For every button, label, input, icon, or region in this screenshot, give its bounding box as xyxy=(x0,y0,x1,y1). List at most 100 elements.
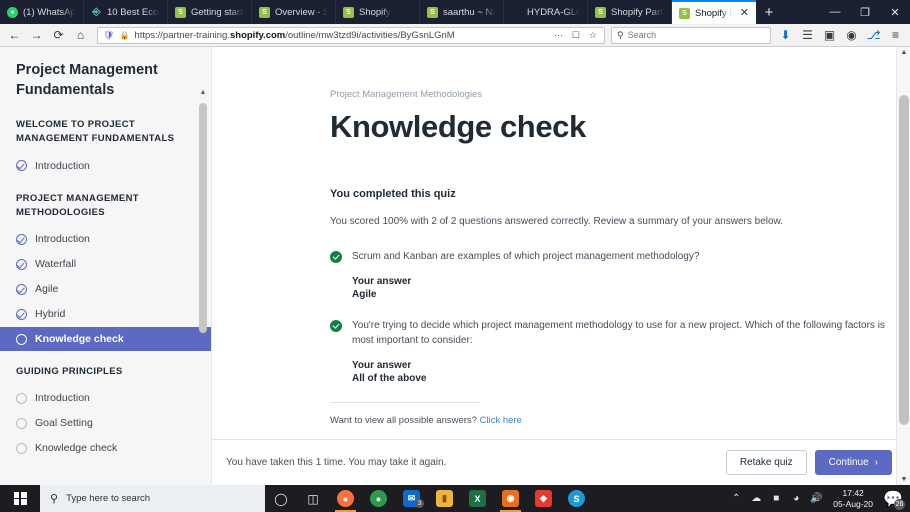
course-title: Project Management Fundamentals xyxy=(16,62,158,98)
cloud-icon[interactable]: ☁ xyxy=(746,485,766,512)
continue-button[interactable]: Continue › xyxy=(814,450,892,475)
shopify-icon: S xyxy=(595,6,606,18)
sidebar-scrollbar[interactable]: ▲ xyxy=(198,89,209,477)
sidebar-item-agile[interactable]: Agile xyxy=(0,277,211,301)
shopify-icon: S xyxy=(259,6,270,18)
nav-section-heading-welcome: WELCOME TO PROJECT MANAGEMENT FUNDAMENTA… xyxy=(16,119,175,145)
start-button[interactable] xyxy=(0,485,40,512)
taskbar-app-mail[interactable]: ✉ 3 xyxy=(395,485,428,512)
minimize-window-button[interactable]: — xyxy=(820,0,850,24)
menu-icon[interactable]: ≡ xyxy=(885,26,906,45)
sidebar-scrollbar-thumb[interactable] xyxy=(199,103,207,333)
reader-view-icon[interactable]: ☐ xyxy=(570,30,582,41)
browser-tab-getting-started[interactable]: S Getting started w xyxy=(168,0,252,24)
browser-search-box[interactable]: ⚲ Search xyxy=(611,26,771,44)
sidebar-item-hybrid[interactable]: Hybrid xyxy=(0,302,211,326)
firefox-icon: ● xyxy=(337,490,354,507)
blank-favicon-icon xyxy=(511,7,522,18)
scroll-up-arrow-icon[interactable]: ▲ xyxy=(897,49,910,56)
check-circle-icon xyxy=(330,319,342,332)
sidebar-item-waterfall[interactable]: Waterfall xyxy=(0,252,211,276)
windows-start-icon xyxy=(13,492,27,505)
back-button[interactable]: ← xyxy=(4,26,25,45)
taskbar-app-file-explorer[interactable]: ▮ xyxy=(428,485,461,512)
attempts-text: You have taken this 1 time. You may take… xyxy=(226,457,447,468)
tray-overflow-icon[interactable]: ⌃ xyxy=(726,485,746,512)
close-window-button[interactable]: ✕ xyxy=(880,0,910,24)
quiz-question-body: You're trying to decide which project ma… xyxy=(352,318,886,386)
browser-tab-shopify[interactable]: S Shopify xyxy=(336,0,420,24)
page-actions-icon[interactable]: ⋯ xyxy=(552,30,565,41)
retake-quiz-button[interactable]: Retake quiz xyxy=(725,450,807,475)
browser-tab-hydra-global[interactable]: HYDRA-GLOBAL – s xyxy=(504,0,588,24)
sidebar-item-introduction-guiding[interactable]: Introduction xyxy=(0,386,211,410)
check-circle-icon xyxy=(330,251,342,264)
page-scrollbar[interactable]: ▲ ▼ xyxy=(896,47,910,485)
taskbar-app-firefox[interactable]: ● xyxy=(329,485,362,512)
lock-icon[interactable]: 🔒 xyxy=(119,31,129,40)
sidebar-item-knowledge-check-methodologies[interactable]: Knowledge check xyxy=(0,327,211,352)
taskbar-app-photoshop[interactable]: ◆ xyxy=(527,485,560,512)
chevron-right-icon: › xyxy=(874,457,878,468)
taskbar-app-skype[interactable]: S xyxy=(560,485,593,512)
browser-tab-saarthu[interactable]: S saarthu ~ Navig xyxy=(420,0,504,24)
reload-button[interactable]: ⟳ xyxy=(48,26,69,45)
sidebar-item-goal-setting[interactable]: Goal Setting xyxy=(0,411,211,435)
forward-button[interactable]: → xyxy=(26,26,47,45)
cortana-icon[interactable]: ◯ xyxy=(265,485,297,512)
quiz-answer-value: Agile xyxy=(352,288,377,300)
library-icon[interactable]: ☰ xyxy=(797,26,818,45)
close-tab-icon[interactable]: ✕ xyxy=(737,7,749,19)
browser-tab-shopify-partner-active[interactable]: S Shopify Partn ✕ xyxy=(672,0,756,24)
sidebar-icon[interactable]: ▣ xyxy=(819,26,840,45)
quiz-score-text: You scored 100% with 2 of 2 questions an… xyxy=(330,216,783,228)
sidebar-item-label: Waterfall xyxy=(35,258,77,271)
sidebar-item-introduction-welcome[interactable]: Introduction xyxy=(0,154,211,178)
view-all-answers-link[interactable]: Click here xyxy=(480,415,522,426)
sidebar-item-knowledge-check-guiding[interactable]: Knowledge check xyxy=(0,436,211,460)
browser-tab-shopify-partner[interactable]: S Shopify Partner xyxy=(588,0,672,24)
sidebar-item-label: Introduction xyxy=(35,159,90,172)
browser-tab-overview[interactable]: S Overview - Shop xyxy=(252,0,336,24)
sidebar-item-label: Knowledge check xyxy=(35,333,124,346)
sidebar-item-introduction-methodologies[interactable]: Introduction xyxy=(0,227,211,251)
quiz-question-item: You're trying to decide which project ma… xyxy=(330,318,886,386)
home-button[interactable]: ⌂ xyxy=(70,26,91,45)
wifi-icon[interactable]: ◕ xyxy=(786,485,806,512)
browser-toolbar-icons: ⬇ ☰ ▣ ◉ ⎇ ≡ xyxy=(775,26,906,45)
excel-icon: X xyxy=(469,490,486,507)
address-bar[interactable]: 🛡 🔒 https://partner-training.shopify.com… xyxy=(97,26,605,44)
whatsapp-icon: ● xyxy=(7,6,18,18)
browser-tab-whatsapp[interactable]: ● (1) WhatsApp xyxy=(0,0,84,24)
new-tab-button[interactable]: + xyxy=(756,0,782,24)
notifications-icon[interactable]: 💬 26 xyxy=(880,485,906,512)
lesson-scroll-area: Project Management Methodologies Knowled… xyxy=(212,47,910,439)
quiz-question-text: Scrum and Kanban are examples of which p… xyxy=(352,251,700,263)
taskbar-app-chrome[interactable]: ● xyxy=(362,485,395,512)
check-circle-icon xyxy=(16,258,27,270)
search-placeholder: Search xyxy=(627,30,657,40)
clock-date: 05-Aug-20 xyxy=(833,498,873,509)
browser-tab-10-best-ecommerce[interactable]: ⎆ 10 Best Ecommerce xyxy=(84,0,168,24)
maximize-window-button[interactable]: ❐ xyxy=(850,0,880,24)
taskbar-search-box[interactable]: ⚲ Type here to search xyxy=(40,485,265,512)
volume-icon[interactable]: 🔊 xyxy=(806,485,826,512)
taskbar-app-excel[interactable]: X xyxy=(461,485,494,512)
taskbar-app-vlc[interactable]: ◉ xyxy=(494,485,527,512)
page-scrollbar-thumb[interactable] xyxy=(899,95,909,425)
sidebar-item-label: Introduction xyxy=(35,233,90,246)
account-icon[interactable]: ◉ xyxy=(841,26,862,45)
quiz-answer-label: Your answer xyxy=(352,359,412,371)
eyedropper-icon[interactable]: ⎇ xyxy=(863,26,884,45)
clock[interactable]: 17:42 05-Aug-20 xyxy=(826,488,880,509)
task-view-icon[interactable]: ◫ xyxy=(297,485,329,512)
downloads-icon[interactable]: ⬇ xyxy=(775,26,796,45)
continue-label: Continue xyxy=(828,457,869,468)
battery-icon[interactable]: ■ xyxy=(766,485,786,512)
scroll-up-arrow-icon[interactable]: ▲ xyxy=(198,89,208,96)
scroll-down-arrow-icon[interactable]: ▼ xyxy=(897,476,910,483)
shopify-icon: S xyxy=(427,6,438,18)
shield-icon[interactable]: 🛡 xyxy=(103,30,114,41)
retake-quiz-label: Retake quiz xyxy=(739,457,793,468)
bookmark-star-icon[interactable]: ☆ xyxy=(587,30,599,41)
